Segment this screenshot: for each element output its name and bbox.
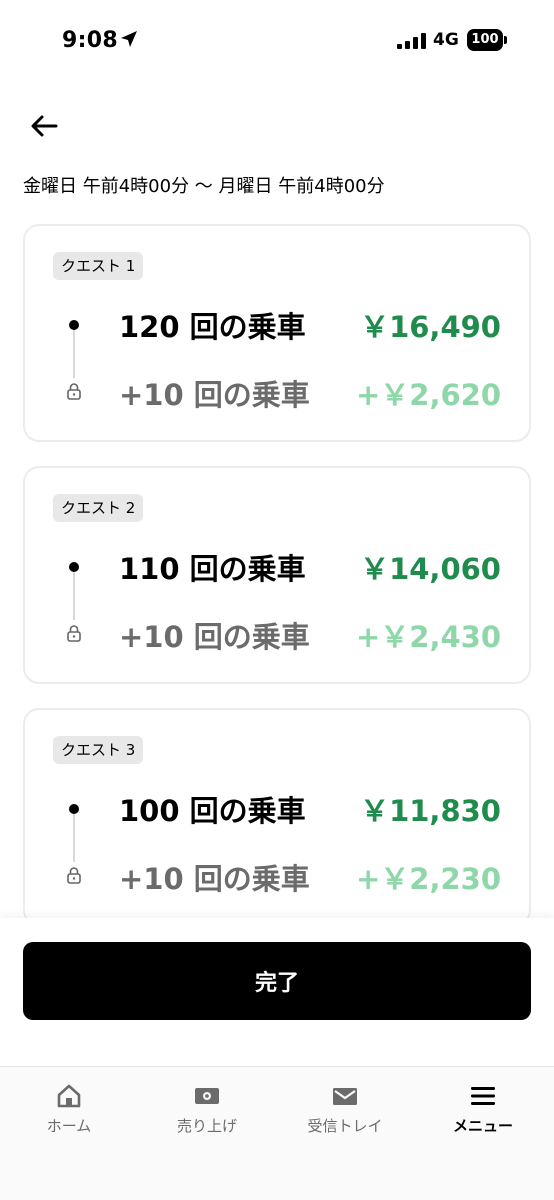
bonus-reward-amount: +￥2,430 (355, 620, 501, 654)
bonus-ride-target: +10 回の乗車 (119, 862, 310, 896)
bullet-dot (69, 562, 79, 572)
inbox-icon (333, 1088, 357, 1105)
ride-target: 120 回の乗車 (119, 310, 306, 344)
bonus-reward-amount: +￥2,620 (355, 378, 501, 412)
menu-icon (471, 1087, 495, 1105)
ride-target: 110 回の乗車 (119, 552, 306, 586)
lock-icon (67, 867, 81, 884)
bonus-ride-target: +10 回の乗車 (119, 378, 310, 412)
battery-icon: 100 (467, 29, 507, 51)
bonus-reward-amount: +￥2,230 (355, 862, 501, 896)
quest-badge: クエスト 1 (53, 252, 144, 280)
signal-icon (397, 33, 426, 49)
reward-amount: ￥14,060 (360, 552, 501, 586)
quest-card-3: クエスト 3 100 回の乗車 ￥11,830 +10 回の乗車 +￥2,230 (23, 708, 531, 926)
battery-level: 100 (467, 29, 503, 51)
lock-icon (67, 625, 81, 642)
ride-target: 100 回の乗車 (119, 794, 306, 828)
tab-label: 売り上げ (176, 1117, 237, 1135)
reward-amount: ￥16,490 (360, 310, 501, 344)
location-arrow-icon (121, 31, 137, 47)
bottom-tab-bar: ホーム 売り上げ 受信トレイ メニュー (0, 1066, 554, 1200)
tab-earnings[interactable]: 売り上げ (138, 1083, 276, 1143)
tab-label: ホーム (46, 1117, 92, 1135)
reward-amount: ￥11,830 (360, 794, 501, 828)
arrow-left-icon (31, 115, 58, 137)
tab-home[interactable]: ホーム (0, 1083, 138, 1143)
quest-badge: クエスト 3 (53, 736, 144, 764)
status-bar: 9:08 4G 100 (0, 0, 554, 82)
done-button[interactable]: 完了 (23, 942, 531, 1020)
lock-icon (67, 383, 81, 400)
progress-rail (73, 814, 75, 862)
bonus-ride-target: +10 回の乗車 (119, 620, 310, 654)
bullet-dot (69, 804, 79, 814)
bullet-dot (69, 320, 79, 330)
tab-label: 受信トレイ (307, 1117, 383, 1135)
tab-menu[interactable]: メニュー (414, 1083, 552, 1143)
back-button[interactable] (26, 108, 62, 144)
quest-badge: クエスト 2 (53, 494, 144, 522)
tab-label: メニュー (452, 1117, 513, 1135)
tab-inbox[interactable]: 受信トレイ (276, 1083, 414, 1143)
progress-rail (73, 572, 75, 620)
status-time: 9:08 (62, 28, 118, 53)
network-type: 4G (433, 30, 459, 50)
home-icon (57, 1084, 81, 1108)
earnings-icon (195, 1088, 219, 1104)
date-range: 金曜日 午前4時00分 〜 月曜日 午前4時00分 (23, 176, 385, 197)
quest-card-2: クエスト 2 110 回の乗車 ￥14,060 +10 回の乗車 +￥2,430 (23, 466, 531, 684)
progress-rail (73, 330, 75, 378)
quest-card-1: クエスト 1 120 回の乗車 ￥16,490 +10 回の乗車 +￥2,620 (23, 224, 531, 442)
